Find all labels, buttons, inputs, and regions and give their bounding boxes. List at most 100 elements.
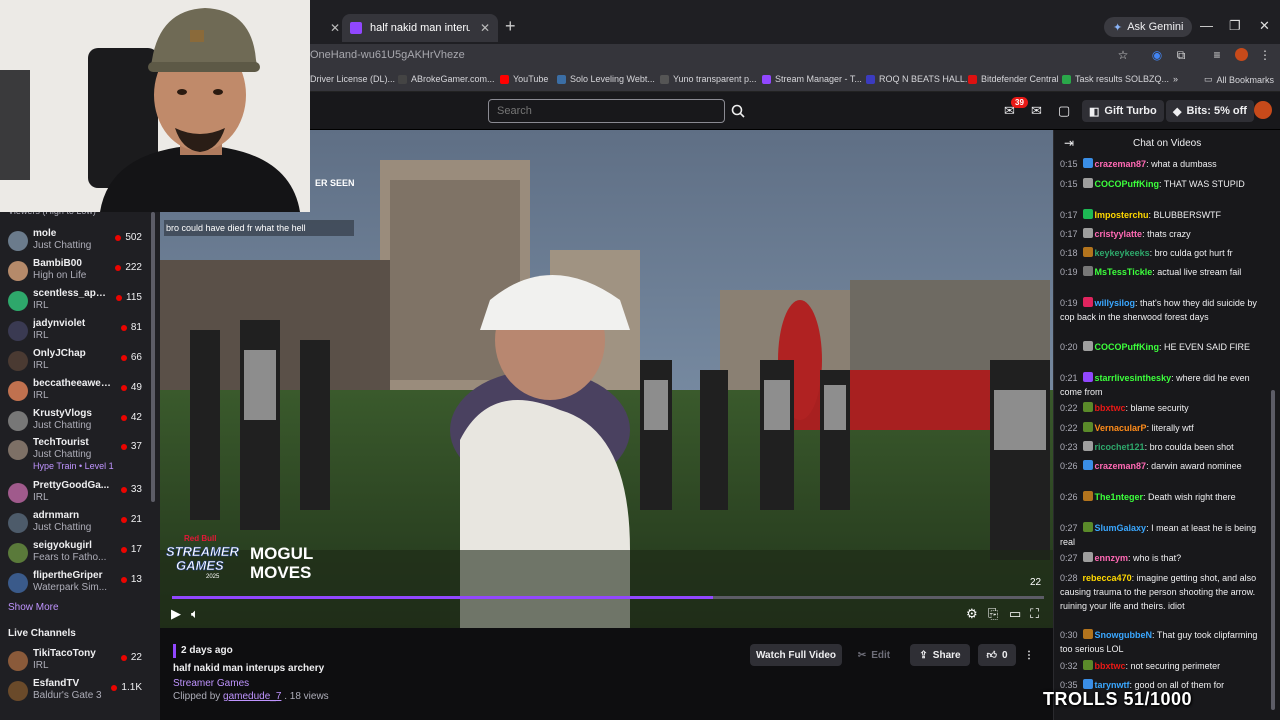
chat-username[interactable]: SlumGalaxy	[1095, 523, 1147, 533]
chat-timestamp[interactable]: 0:23	[1060, 442, 1078, 452]
chat-timestamp[interactable]: 0:17	[1060, 210, 1078, 220]
chat-timestamp[interactable]: 0:19	[1060, 267, 1078, 277]
chat-username[interactable]: cristyylatte	[1095, 229, 1143, 239]
bookmark-yuno[interactable]: Yuno transparent p...	[660, 74, 757, 84]
sidebar-channel[interactable]: flipertheGriper Waterpark Sim... 13	[0, 570, 150, 600]
chat-username[interactable]: crazeman87	[1095, 159, 1147, 169]
chat-timestamp[interactable]: 0:20	[1060, 342, 1078, 352]
close-tab-icon[interactable]: ✕	[480, 21, 490, 35]
chat-username[interactable]: ricochet121	[1095, 442, 1145, 452]
chat-timestamp[interactable]: 0:17	[1060, 229, 1078, 239]
chat-timestamp[interactable]: 0:22	[1060, 423, 1078, 433]
chat-scrollbar[interactable]	[1271, 390, 1275, 710]
sidebar-channel[interactable]: jadynviolet IRL 81	[0, 318, 150, 348]
bookmark-abrokegamer[interactable]: ABrokeGamer.com...	[398, 74, 495, 84]
live-channel[interactable]: EsfandTV Baldur's Gate 3 1.1K	[0, 678, 150, 708]
clip-icon[interactable]: ⎘	[988, 606, 998, 622]
chat-timestamp[interactable]: 0:32	[1060, 661, 1078, 671]
chat-timestamp[interactable]: 0:18	[1060, 248, 1078, 258]
more-options-icon[interactable]: ⋮	[1020, 644, 1038, 666]
watch-full-video-button[interactable]: Watch Full Video	[750, 644, 842, 666]
chat-timestamp[interactable]: 0:26	[1060, 461, 1078, 471]
live-channel[interactable]: TikiTacoTony IRL 22	[0, 648, 150, 678]
browser-tab-previous[interactable]: ✕	[312, 14, 340, 42]
new-tab-icon[interactable]: +	[505, 16, 516, 37]
sidebar-channel[interactable]: KrustyVlogs Just Chatting 42	[0, 408, 150, 438]
close-window-icon[interactable]: ✕	[1259, 18, 1270, 34]
share-button[interactable]: ⇪ Share	[910, 644, 970, 666]
bookmark-bitdefender[interactable]: Bitdefender Central	[968, 74, 1059, 84]
chat-username[interactable]: Imposterchu	[1095, 210, 1149, 220]
settings-icon[interactable]: ⚙	[966, 606, 978, 622]
gift-turbo-button[interactable]: ◧ Gift Turbo	[1082, 100, 1164, 122]
bookmark-roq-n-beats[interactable]: ROQ N BEATS HALL...	[866, 74, 972, 84]
sidebar-channel[interactable]: BambiB00 High on Life 222	[0, 258, 150, 288]
extension-icon[interactable]: ◉	[1150, 48, 1164, 62]
clip-game-link[interactable]: Streamer Games	[173, 678, 249, 689]
clipper-link[interactable]: gamedude_7	[223, 691, 281, 702]
chat-username[interactable]: bbxtwc	[1095, 403, 1126, 413]
show-more-link[interactable]: Show More	[8, 602, 59, 613]
chat-timestamp[interactable]: 0:15	[1060, 159, 1078, 169]
edit-button[interactable]: ✂ Edit	[848, 644, 900, 666]
menu-dots-icon[interactable]: ⋮	[1258, 48, 1272, 62]
ask-gemini-button[interactable]: ✦ Ask Gemini	[1104, 17, 1193, 37]
play-icon[interactable]: ▶	[171, 606, 181, 622]
chat-username[interactable]: The1nteger	[1095, 492, 1144, 502]
chat-timestamp[interactable]: 0:19	[1060, 298, 1078, 308]
like-button[interactable]: 👍︎ 0	[978, 644, 1016, 666]
chat-username[interactable]: COCOPuffKing	[1095, 179, 1160, 189]
fullscreen-icon[interactable]: ⛶	[1030, 606, 1039, 622]
bookmark-driver-license[interactable]: Driver License (DL)...	[310, 74, 395, 84]
puzzle-icon[interactable]: ⧉	[1174, 48, 1188, 62]
bookmark-all[interactable]: ▭ All Bookmarks	[1204, 74, 1274, 85]
chat-username[interactable]: MsTessTickle	[1095, 267, 1153, 277]
sidebar-channel[interactable]: PrettyGoodGa... IRL 33	[0, 480, 150, 510]
whispers-icon[interactable]: ✉	[1031, 103, 1042, 119]
user-avatar[interactable]	[1254, 101, 1272, 119]
inbox-icon[interactable]: ▢	[1058, 103, 1070, 119]
restore-icon[interactable]: ❐	[1229, 18, 1241, 34]
sidebar-channel[interactable]: beccatheeawes... IRL 49	[0, 378, 150, 408]
chat-timestamp[interactable]: 0:26	[1060, 492, 1078, 502]
chat-username[interactable]: VernacularP	[1095, 423, 1147, 433]
sidebar-channel[interactable]: mole Just Chatting 502	[0, 228, 150, 258]
bookmark-task-results[interactable]: Task results SOLBZQ...	[1062, 74, 1169, 84]
chat-timestamp[interactable]: 0:21	[1060, 373, 1078, 383]
chat-username[interactable]: starrlivesinthesky	[1095, 373, 1172, 383]
chat-timestamp[interactable]: 0:28	[1060, 573, 1078, 583]
bookmark-solo-leveling[interactable]: Solo Leveling Webt...	[557, 74, 655, 84]
video-progress-bar[interactable]	[172, 596, 1044, 599]
sidebar-channel[interactable]: seigyokugirl Fears to Fatho... 17	[0, 540, 150, 570]
bits-button[interactable]: ◆ Bits: 5% off	[1166, 100, 1254, 122]
search-button[interactable]	[727, 99, 749, 123]
sidebar-channel[interactable]: OnlyJChap IRL 66	[0, 348, 150, 378]
bookmarks-overflow-icon[interactable]: »	[1173, 74, 1178, 84]
chat-timestamp[interactable]: 0:15	[1060, 179, 1078, 189]
browser-tab-active[interactable]: half nakid man interupts archer ✕	[342, 14, 498, 42]
media-icon[interactable]: ≡	[1210, 48, 1224, 62]
chat-username[interactable]: COCOPuffKing	[1095, 342, 1160, 352]
bookmark-stream-manager[interactable]: Stream Manager - T...	[762, 74, 862, 84]
sidebar-channel[interactable]: scentless_appr... IRL 115	[0, 288, 150, 318]
volume-icon[interactable]: 🔈︎	[191, 606, 199, 622]
chat-timestamp[interactable]: 0:30	[1060, 630, 1078, 640]
chat-username[interactable]: keykeykeeks	[1095, 248, 1150, 258]
chat-timestamp[interactable]: 0:27	[1060, 553, 1078, 563]
search-input[interactable]	[488, 99, 725, 123]
theatre-mode-icon[interactable]: ▭	[1009, 606, 1021, 622]
profile-icon[interactable]	[1234, 48, 1248, 62]
close-tab-icon[interactable]: ✕	[330, 21, 340, 35]
chat-timestamp[interactable]: 0:27	[1060, 523, 1078, 533]
sidebar-channel[interactable]: TechTourist Just Chatting Hype Train • Lev…	[0, 437, 150, 471]
chat-username[interactable]: ennzym	[1095, 553, 1129, 563]
chat-timestamp[interactable]: 0:22	[1060, 403, 1078, 413]
chat-username[interactable]: willysilog	[1095, 298, 1136, 308]
collapse-chat-icon[interactable]: ⇥	[1064, 136, 1074, 150]
sidebar-scrollbar[interactable]	[151, 212, 155, 502]
chat-username[interactable]: rebecca470	[1083, 573, 1132, 583]
chat-username[interactable]: crazeman87	[1095, 461, 1147, 471]
chat-username[interactable]: SnowgubbeN	[1095, 630, 1153, 640]
chat-username[interactable]: bbxtwc	[1095, 661, 1126, 671]
bookmark-youtube[interactable]: YouTube	[500, 74, 548, 84]
